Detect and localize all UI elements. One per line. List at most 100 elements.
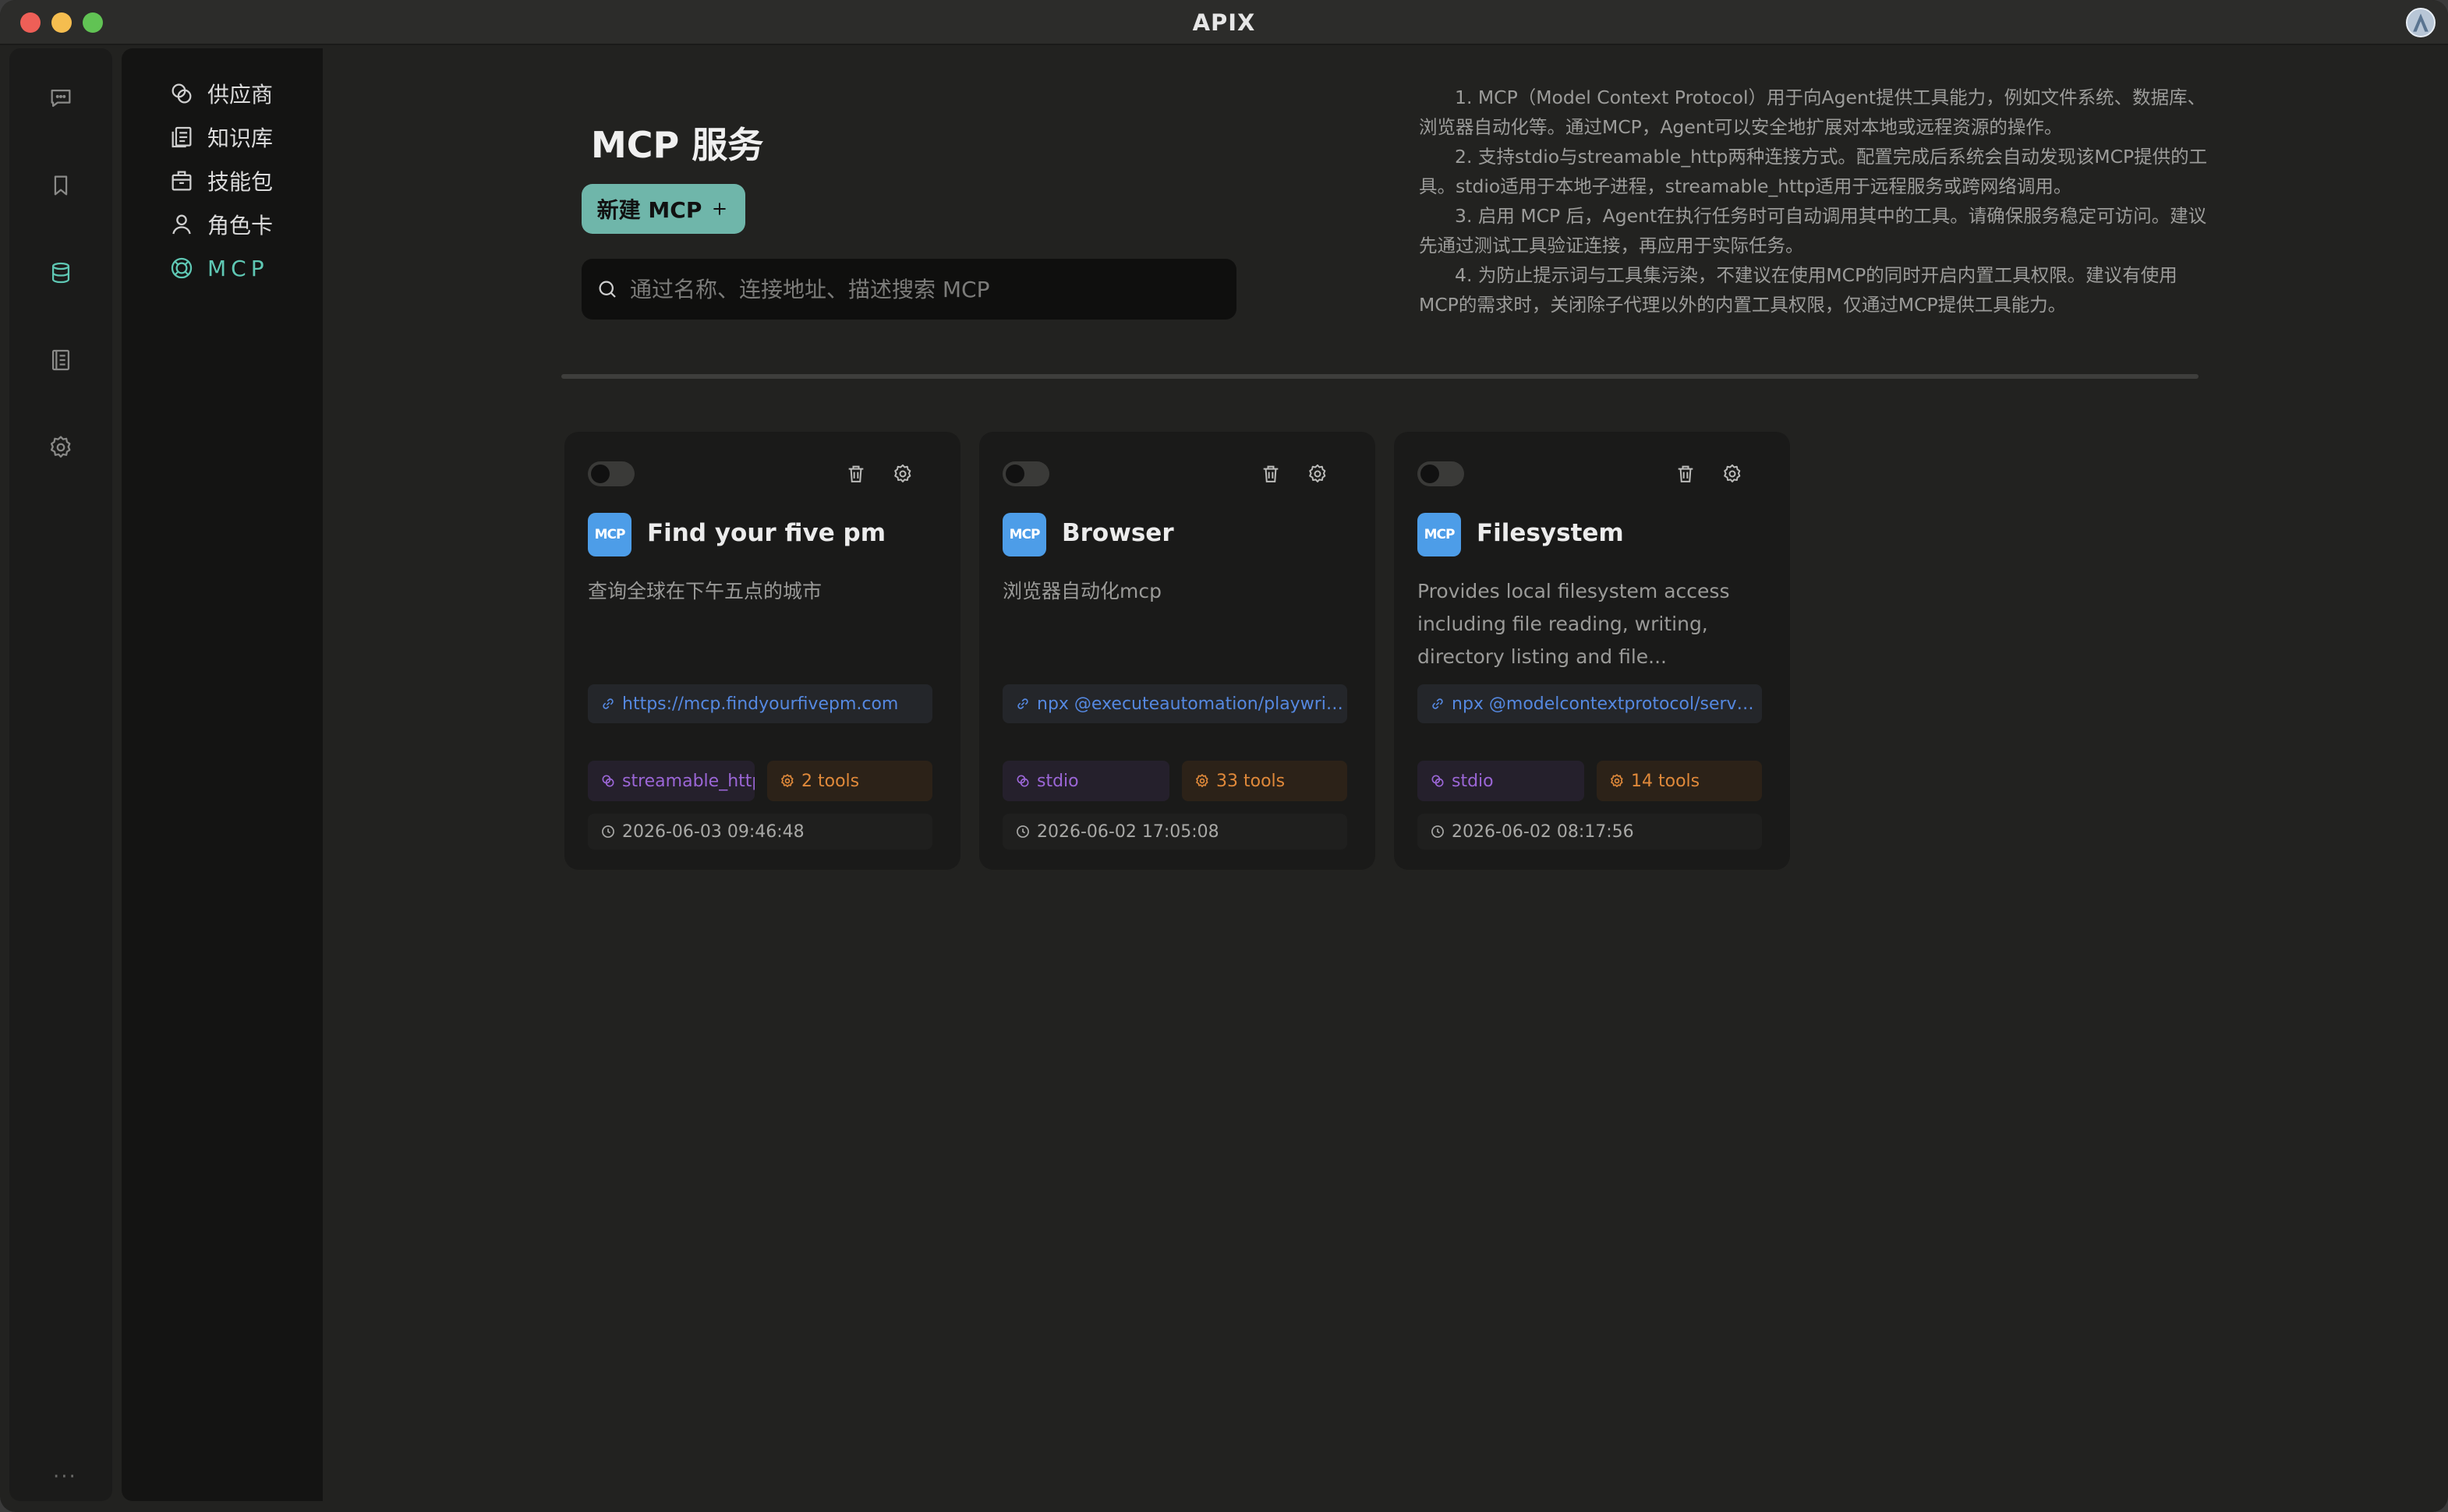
info-paragraph: 3. 启用 MCP 后，Agent在执行任务时可自动调用其中的工具。请确保服务稳… <box>1419 205 2207 256</box>
nav-item-provider[interactable]: 供应商 <box>168 75 273 112</box>
tools-count-text: 14 tools <box>1631 771 1700 791</box>
connection-url-text: npx @modelcontextprotocol/server-filesys… <box>1452 694 1762 714</box>
main-content: MCP 服务 新建 MCP 1. MCP（Model Context Proto… <box>323 48 2437 1501</box>
mcp-badge: MCP <box>1417 513 1461 556</box>
mcp-card[interactable]: MCP Filesystem Provides local filesystem… <box>1394 432 1790 870</box>
knowledge-base-icon <box>172 126 192 148</box>
settings-icon <box>50 436 71 458</box>
card-description: 查询全球在下午五点的城市 <box>588 580 822 602</box>
rail-chat-button[interactable] <box>44 81 78 115</box>
rail-database-button[interactable] <box>44 256 78 290</box>
enable-toggle[interactable] <box>588 461 635 486</box>
clock-icon <box>1431 825 1444 838</box>
settings-button[interactable] <box>1718 460 1746 488</box>
settings-button[interactable] <box>889 460 917 488</box>
more-icon[interactable]: ··· <box>53 1465 77 1489</box>
mcp-card[interactable]: MCP Browser 浏览器自动化mcp npx @executeautoma… <box>979 432 1375 870</box>
gear-icon <box>1309 464 1326 482</box>
nav-item-mcp[interactable]: MCP <box>168 249 269 287</box>
timestamp: 2026-06-02 08:17:56 <box>1417 814 1762 850</box>
search-input[interactable] <box>630 276 1236 302</box>
mcp-badge: MCP <box>588 513 631 556</box>
trash-icon <box>848 465 864 482</box>
page-title: MCP 服务 <box>591 124 764 166</box>
nav-item-label: 知识库 <box>207 125 274 151</box>
mcp-card[interactable]: MCP Find your five pm 查询全球在下午五点的城市 https… <box>564 432 960 870</box>
title-bar: APIX <box>0 0 2448 45</box>
mcp-icon <box>171 257 193 279</box>
connection-url[interactable]: npx @modelcontextprotocol/server-filesys… <box>1417 684 1762 723</box>
connection-url-text: https://mcp.findyourfivepm.com <box>622 694 899 714</box>
delete-button[interactable] <box>1672 460 1700 488</box>
enable-toggle[interactable] <box>1003 461 1049 486</box>
card-description: Provides local filesystem access includi… <box>1417 580 1730 668</box>
notebook-icon <box>51 349 70 371</box>
transport-icon <box>602 775 614 787</box>
user-avatar[interactable] <box>2406 8 2436 37</box>
transport-icon <box>1431 775 1444 787</box>
avatar-icon <box>2407 9 2434 36</box>
chat-icon <box>51 89 71 108</box>
window-title: APIX <box>1192 9 1256 36</box>
transport-icon <box>1017 775 1029 787</box>
tools-count-text: 33 tools <box>1216 771 1286 791</box>
gear-icon <box>1724 464 1741 482</box>
rail-notebook-button[interactable] <box>44 343 78 377</box>
link-icon <box>603 698 614 709</box>
enable-toggle[interactable] <box>1417 461 1464 486</box>
trash-icon <box>1263 465 1279 482</box>
connection-url[interactable]: https://mcp.findyourfivepm.com <box>588 684 932 723</box>
nav-item-knowledge-base[interactable]: 知识库 <box>168 118 273 156</box>
tools-count-text: 2 tools <box>801 771 860 791</box>
tools-gear-icon <box>1196 774 1208 787</box>
info-panel: 1. MCP（Model Context Protocol）用于向Agent提供… <box>1419 83 2211 320</box>
transport-text: stdio <box>1037 771 1079 791</box>
gear-icon <box>894 464 911 482</box>
search-icon <box>599 281 616 298</box>
nav-item-label: 供应商 <box>207 82 274 108</box>
tools-count-badge[interactable]: 33 tools <box>1182 761 1347 801</box>
card-title: Filesystem <box>1477 519 1624 547</box>
card-title: Browser <box>1062 519 1174 547</box>
timestamp-text: 2026-06-02 08:17:56 <box>1452 821 1634 842</box>
mcp-badge: MCP <box>1003 513 1046 556</box>
tools-count-badge[interactable]: 14 tools <box>1597 761 1762 801</box>
transport-badge: stdio <box>1417 761 1584 801</box>
info-paragraph: 1. MCP（Model Context Protocol）用于向Agent提供… <box>1419 87 2206 138</box>
role-card-icon <box>172 214 191 235</box>
link-icon <box>1432 698 1443 709</box>
provider-icon <box>172 83 192 104</box>
info-paragraph: 2. 支持stdio与streamable_http两种连接方式。配置完成后系统… <box>1419 146 2208 197</box>
settings-button[interactable] <box>1304 460 1332 488</box>
link-icon <box>1017 698 1028 709</box>
delete-button[interactable] <box>842 460 870 488</box>
card-title: Find your five pm <box>647 519 886 547</box>
timestamp-text: 2026-06-02 17:05:08 <box>1037 821 1219 842</box>
tools-gear-icon <box>1611 774 1623 787</box>
card-description: 浏览器自动化mcp <box>1003 580 1162 602</box>
transport-text: streamable_http <box>622 771 755 791</box>
clock-icon <box>1017 825 1029 838</box>
transport-badge: stdio <box>1003 761 1169 801</box>
tools-gear-icon <box>781 774 794 787</box>
new-mcp-button-label: 新建 MCP <box>596 197 702 223</box>
search-bar <box>582 259 1236 320</box>
nav-item-label: 技能包 <box>207 169 274 195</box>
delete-button[interactable] <box>1257 460 1285 488</box>
rail-settings-button[interactable] <box>44 430 78 465</box>
connection-url-text: npx @executeautomation/playwright-mcp-se… <box>1037 694 1347 714</box>
nav-item-role-card[interactable]: 角色卡 <box>168 206 273 243</box>
new-mcp-button[interactable]: 新建 MCP <box>582 184 745 234</box>
plus-icon <box>713 203 726 215</box>
nav-item-label: MCP <box>207 255 269 281</box>
transport-text: stdio <box>1452 771 1494 791</box>
trash-icon <box>1678 465 1693 482</box>
app-window: APIX ··· 供应商 知识库 技能包 角色卡 MCP MCP 服务 新建 M… <box>0 0 2448 1512</box>
rail-bookmark-button[interactable] <box>44 168 78 203</box>
tools-count-badge[interactable]: 2 tools <box>767 761 932 801</box>
connection-url[interactable]: npx @executeautomation/playwright-mcp-se… <box>1003 684 1347 723</box>
nav-item-label: 角色卡 <box>207 213 274 238</box>
timestamp-text: 2026-06-03 09:46:48 <box>622 821 805 842</box>
database-icon <box>51 262 70 284</box>
nav-item-skill-package[interactable]: 技能包 <box>168 162 273 200</box>
